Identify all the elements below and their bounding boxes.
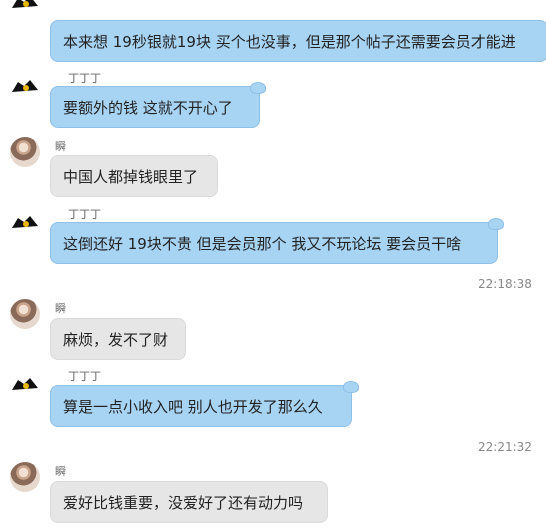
sender-name: 瞬 xyxy=(55,140,66,153)
message-bubble[interactable]: 要额外的钱 这就不开心了 xyxy=(50,86,260,128)
sender-name: 瞬 xyxy=(55,302,66,315)
cat-icon xyxy=(12,378,38,390)
sender-name: 瞬 xyxy=(55,465,66,478)
sender-name: 丁丁丁 xyxy=(68,208,101,221)
avatar[interactable] xyxy=(10,206,40,236)
avatar[interactable] xyxy=(10,368,40,398)
bubble-tail-icon xyxy=(488,218,504,230)
timestamp: 22:18:38 xyxy=(478,277,532,291)
sender-name: 丁丁丁 xyxy=(68,370,101,383)
message-bubble[interactable]: 算是一点小收入吧 别人也开发了那么久 xyxy=(50,385,352,427)
bubble-tail-icon xyxy=(343,381,359,393)
avatar[interactable] xyxy=(10,70,40,100)
timestamp: 22:21:32 xyxy=(478,440,532,454)
message-bubble[interactable]: 爱好比钱重要，没爱好了还有动力吗 xyxy=(50,481,328,523)
message-bubble[interactable]: 本来想 19秒银就19块 买个也没事，但是那个帖子还需要会员才能进 xyxy=(50,20,546,62)
avatar[interactable] xyxy=(10,299,40,329)
avatar[interactable] xyxy=(10,137,40,167)
message-bubble[interactable]: 中国人都掉钱眼里了 xyxy=(50,155,218,197)
avatar[interactable] xyxy=(10,0,40,16)
sender-name: 丁丁丁 xyxy=(68,72,101,85)
bubble-tail-icon xyxy=(250,82,266,94)
message-bubble[interactable]: 麻烦，发不了财 xyxy=(50,318,186,360)
cat-icon xyxy=(12,216,38,228)
avatar[interactable] xyxy=(10,462,40,492)
cat-icon xyxy=(12,80,38,92)
cat-icon xyxy=(12,0,38,8)
message-bubble[interactable]: 这倒还好 19块不贵 但是会员那个 我又不玩论坛 要会员干啥 xyxy=(50,222,498,264)
